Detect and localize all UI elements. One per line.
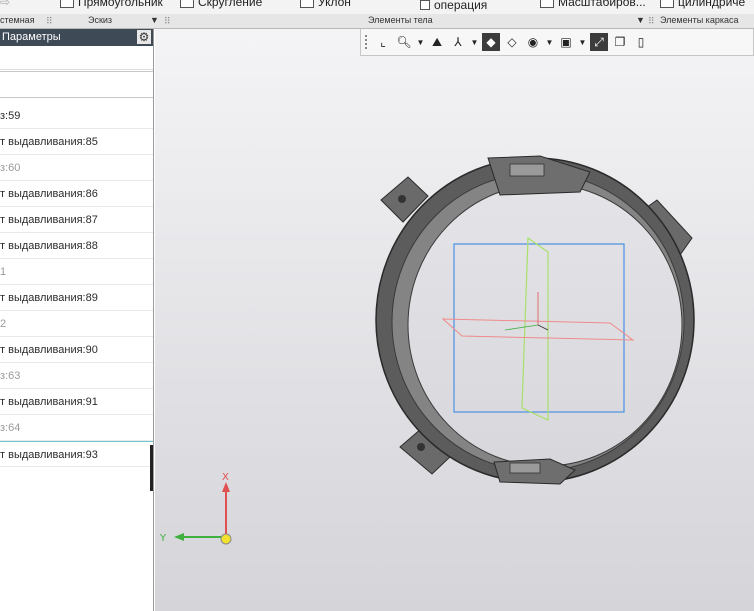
sketch-expand-icon[interactable]: ▼ xyxy=(150,15,159,25)
rectangle-label: Прямоугольник xyxy=(78,0,163,9)
tree-item[interactable]: з:63 xyxy=(0,363,153,389)
model-tree: з:59 т выдавливания:85 з:60 т выдавливан… xyxy=(0,103,153,467)
search-input[interactable] xyxy=(0,71,153,98)
axis-triad: X Y xyxy=(159,472,232,545)
panel-title: Параметры xyxy=(2,31,61,43)
tree-item[interactable]: т выдавливания:87 xyxy=(0,207,153,233)
scale-icon xyxy=(540,0,554,8)
panel-toolbar xyxy=(0,46,153,70)
cylinder-icon xyxy=(660,0,674,8)
group-sketch: Эскиз xyxy=(88,15,113,25)
scale-button[interactable]: Масштабиров... xyxy=(540,0,646,9)
group-divider: ⠿ xyxy=(46,16,53,26)
panel-header: Параметры ⚙ xyxy=(0,29,153,46)
triad-y-label: Y xyxy=(159,533,167,544)
body-expand-icon[interactable]: ▼ xyxy=(636,15,645,25)
draft-icon xyxy=(300,0,314,8)
model-scene: X Y xyxy=(159,155,695,545)
top-clamp xyxy=(487,155,591,196)
ribbon: ⇨ Прямоугольник Скругление Уклон операци… xyxy=(0,0,754,14)
group-system: стемная xyxy=(0,15,35,25)
fillet-button[interactable]: Скругление xyxy=(180,0,262,9)
arrow-icon: ⇨ xyxy=(0,0,11,9)
tree-item[interactable]: т выдавливания:89 xyxy=(0,285,153,311)
app-window: ⇨ Прямоугольник Скругление Уклон операци… xyxy=(0,0,754,611)
draft-label: Уклон xyxy=(318,0,351,9)
fillet-label: Скругление xyxy=(198,0,263,9)
draft-button[interactable]: Уклон xyxy=(300,0,351,9)
3d-viewport[interactable]: ⌞ 🔍︎ ▼ ⛰ ⅄ ▼ ◆ ◇ ◉ ▼ ▣ ▼ ⤢ ❐ ▯ X Y xyxy=(155,29,754,611)
tree-item[interactable]: 1 xyxy=(0,259,153,285)
triad-x-label: X xyxy=(222,472,229,483)
fillet-icon xyxy=(180,0,194,8)
rectangle-icon xyxy=(60,0,74,8)
ribbon-cmd-arrow[interactable]: ⇨ xyxy=(0,0,10,9)
tree-item[interactable]: т выдавливания:88 xyxy=(0,233,153,259)
cylinder-button[interactable]: цилиндриче xyxy=(660,0,745,9)
operation-button[interactable]: операция xyxy=(420,0,487,12)
scale-label: Масштабиров... xyxy=(558,0,646,9)
group-frame-elements: Элементы каркаса xyxy=(660,15,739,25)
tree-item[interactable]: з:59 xyxy=(0,103,153,129)
tree-item[interactable]: т выдавливания:85 xyxy=(0,129,153,155)
operation-label: операция xyxy=(434,0,488,12)
group-divider: ⠿ xyxy=(648,16,655,26)
tree-scrollbar[interactable] xyxy=(150,445,153,491)
tree-item[interactable]: т выдавливания:90 xyxy=(0,337,153,363)
tree-item[interactable]: т выдавливания:86 xyxy=(0,181,153,207)
group-divider: ⠿ xyxy=(164,16,171,26)
gear-icon[interactable]: ⚙ xyxy=(137,30,151,44)
tree-item[interactable]: з:64 xyxy=(0,415,153,441)
operation-icon xyxy=(420,0,430,10)
tree-item[interactable]: т выдавливания:91 xyxy=(0,389,153,415)
tree-item[interactable]: 2 xyxy=(0,311,153,337)
ribbon-group-bar: стемная ⠿ Эскиз ▼ ⠿ Элементы тела ▼ ⠿ Эл… xyxy=(0,14,754,29)
tree-item-selected[interactable]: т выдавливания:93 xyxy=(0,441,153,467)
parameters-panel: Параметры ⚙ з:59 т выдавливания:85 з:60 … xyxy=(0,29,154,611)
cylinder-label: цилиндриче xyxy=(678,0,746,9)
group-body-elements: Элементы тела xyxy=(368,15,433,25)
tree-item[interactable]: з:60 xyxy=(0,155,153,181)
rectangle-button[interactable]: Прямоугольник xyxy=(60,0,163,9)
